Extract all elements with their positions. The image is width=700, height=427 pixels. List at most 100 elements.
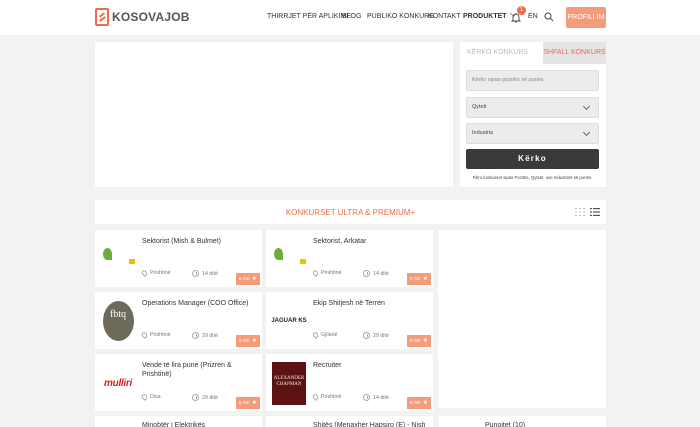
keyword-placeholder: Kërko sipas pozitës së punës [472, 77, 544, 83]
location-pin-icon [311, 331, 320, 339]
job-location: Disa [140, 393, 161, 401]
side-banner [438, 230, 606, 408]
company-logo [100, 237, 136, 281]
ambient-leaf-logo-icon [272, 248, 306, 270]
keyword-input[interactable]: Kërko sipas pozitës së punës [466, 70, 599, 91]
new-tag: E RE ★ [407, 273, 431, 285]
location-pin-icon [140, 393, 149, 401]
industry-select[interactable]: Industria [466, 123, 599, 144]
job-days-left: 14 ditë [363, 394, 389, 401]
section-title: KONKURSET ULTRA & PREMIUM+ [285, 208, 416, 217]
job-card[interactable]: Sektorist (Mish & Bulmet) Prishtinë 14 d… [95, 230, 262, 287]
mulliri-logo: mulliri [104, 377, 132, 389]
company-logo: mulliri [100, 361, 136, 405]
job-card[interactable]: fbtq Operations Manager (COO Office) Pri… [95, 292, 262, 349]
location-pin-icon [311, 269, 320, 277]
days-text: 29 ditë [202, 332, 218, 339]
job-days-left: 14 ditë [192, 270, 218, 277]
job-days-left: 29 ditë [192, 394, 218, 401]
job-title[interactable]: Punojtet (10) [438, 416, 606, 427]
language-switch[interactable]: EN [528, 13, 538, 20]
logo-text: KOSOVAJOB [112, 10, 190, 24]
job-days-left: 29 ditë [363, 332, 389, 339]
profile-button[interactable]: PROFILI IM [566, 7, 606, 28]
nav-products[interactable]: PRODUKTET [463, 9, 517, 20]
job-title[interactable]: Sektorist, Arkatar [313, 237, 425, 246]
company-logo: JAGUAR KS [271, 299, 307, 343]
job-title[interactable]: Shitës (Menaxher Hapsiro (E) - Nish [266, 416, 433, 427]
grid-view-icon[interactable] [575, 208, 585, 216]
job-location: Prishtinë [311, 393, 342, 401]
new-tag: E RE ★ [236, 273, 260, 285]
search-hint: Filtro konkurset sipas Pozitës, Qytetit,… [472, 175, 593, 180]
nav-blog[interactable]: BLOG [342, 13, 361, 20]
tab-more-jobs[interactable]: SHFALL KONKURS [543, 42, 606, 64]
job-location: Prishtinë [140, 331, 171, 339]
search-icon[interactable] [544, 12, 554, 22]
job-card[interactable]: Shitës (Menaxher Hapsiro (E) - Nish [266, 416, 433, 427]
tab-search-jobs[interactable]: KËRKO KONKURS [460, 42, 543, 64]
new-tag: E RE ★ [236, 335, 260, 347]
job-title[interactable]: Recruiter [313, 361, 425, 370]
location-text: Prishtinë [150, 270, 171, 276]
search-tabs: KËRKO KONKURS SHFALL KONKURS [460, 42, 606, 64]
search-panel: KËRKO KONKURS SHFALL KONKURS Kërko sipas… [460, 42, 606, 187]
clock-icon [192, 332, 199, 339]
days-text: 14 ditë [373, 270, 389, 277]
city-select[interactable]: Qyteti [466, 97, 599, 118]
location-text: Prishtinë [150, 332, 171, 338]
company-logo [271, 237, 307, 281]
star-icon[interactable]: ★ [423, 397, 428, 409]
job-card[interactable]: Minobtër i Elektrikës [95, 416, 262, 427]
job-card[interactable]: mulliri Vende të lira pune (Prizren & Pr… [95, 354, 262, 411]
ambient-leaf-logo-icon [101, 248, 135, 270]
days-text: 29 ditë [202, 394, 218, 401]
star-icon[interactable]: ★ [423, 273, 428, 285]
location-pin-icon [140, 331, 149, 339]
location-text: Prishtinë [321, 394, 342, 400]
star-icon[interactable]: ★ [423, 335, 428, 347]
days-text: 14 ditë [373, 394, 389, 401]
job-title[interactable]: Operations Manager (COO Office) [142, 299, 254, 308]
nav-calls-for-application[interactable]: THIRRJET PËR APLIKIME [267, 13, 351, 20]
alexander-chapman-logo: ALEXANDER CHAPMAN [272, 361, 306, 405]
company-logo: fbtq [100, 299, 136, 343]
job-title[interactable]: Sektorist (Mish & Bulmet) [142, 237, 254, 246]
star-icon[interactable]: ★ [252, 273, 257, 285]
nav-contact[interactable]: KONTAKT [428, 13, 461, 20]
job-location: Prishtinë [140, 269, 171, 277]
job-title[interactable]: Minobtër i Elektrikës [95, 416, 262, 427]
logo-mark-icon [95, 8, 109, 26]
tag-text: E RE [239, 338, 250, 343]
star-icon[interactable]: ★ [252, 335, 257, 347]
banner-area [95, 42, 453, 187]
days-text: 14 ditë [202, 270, 218, 277]
company-logo: ALEXANDER CHAPMAN [271, 361, 307, 405]
tag-text: E RE [239, 276, 250, 281]
job-card[interactable]: Punojtet (10) [438, 416, 606, 427]
location-text: Disa [150, 394, 161, 400]
job-title[interactable]: Ekip Shitjesh në Terren [313, 299, 425, 308]
job-card[interactable]: JAGUAR KS Ekip Shitjesh në Terren Gjilan… [266, 292, 433, 349]
clock-icon [363, 270, 370, 277]
notification-badge: 1 [517, 6, 526, 15]
list-view-icon[interactable] [590, 208, 600, 216]
job-card[interactable]: ALEXANDER CHAPMAN Recruiter Prishtinë 14… [266, 354, 433, 411]
job-card[interactable]: Sektorist, Arkatar Prishtinë 14 ditë E R… [266, 230, 433, 287]
fbtq-logo: fbtq [102, 301, 134, 341]
industry-label: Industria [472, 130, 494, 136]
job-days-left: 14 ditë [363, 270, 389, 277]
nav-publish-job[interactable]: PUBLIKO KONKURS [367, 13, 434, 20]
tag-text: E RE [410, 276, 421, 281]
top-header: KOSOVAJOB THIRRJET PËR APLIKIME BLOG PUB… [0, 0, 700, 35]
job-title[interactable]: Vende të lira pune (Prizren & Prishtinë) [142, 361, 254, 379]
search-button[interactable]: Kërko [466, 149, 599, 169]
view-toggle [575, 208, 600, 216]
site-logo[interactable]: KOSOVAJOB [95, 8, 190, 26]
location-text: Gjilanë [321, 332, 338, 338]
clock-icon [363, 394, 370, 401]
city-label: Qyteti [472, 104, 487, 110]
new-tag: E RE ★ [407, 397, 431, 409]
star-icon[interactable]: ★ [252, 397, 257, 409]
chevron-down-icon [582, 128, 591, 137]
